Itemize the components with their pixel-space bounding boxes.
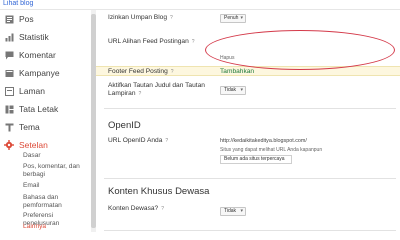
chevron-down-icon: ▾ — [240, 15, 243, 21]
adult-content-label-text: Konten Dewasa? — [108, 205, 159, 212]
chevron-down-icon: ▾ — [240, 87, 243, 93]
sidebar-item-label: Tata Letak — [19, 104, 59, 114]
title-links-label: Aktifkan Tautan Judul dan Tautan Lampira… — [108, 82, 218, 98]
sidebar-item-label: Komentar — [19, 50, 56, 60]
settings-sub-language[interactable]: Bahasa dan pemformatan — [23, 194, 91, 210]
section-divider — [104, 178, 396, 179]
sidebar-item-label: Pos — [19, 14, 34, 24]
top-bar: Lihat blog — [0, 0, 400, 10]
sidebar-item-label: Setelan — [19, 140, 48, 150]
sidebar-item-posts[interactable]: Pos — [0, 10, 90, 28]
campaign-icon — [4, 68, 14, 78]
settings-sub-email[interactable]: Email — [23, 182, 91, 190]
sidebar: Pos Statistik Komentar Kampanye Laman Ta… — [0, 10, 93, 232]
post-feed-footer-row: Footer Feed Posting? Tambahkan — [96, 66, 400, 76]
openid-trusted-sites[interactable]: Belum ada situs terpercaya — [220, 155, 292, 164]
theme-icon — [4, 122, 14, 132]
openid-url-label: URL OpenID Anda? — [108, 137, 170, 145]
help-icon[interactable]: ? — [165, 137, 170, 144]
adult-content-select[interactable]: Tidak ▾ — [220, 207, 246, 216]
sidebar-item-comments[interactable]: Komentar — [0, 46, 90, 64]
comments-icon — [4, 50, 14, 60]
sidebar-item-theme[interactable]: Tema — [0, 118, 90, 136]
adult-content-value: Tidak — [224, 208, 237, 214]
allow-feed-label-text: Izinkan Umpan Blog — [108, 14, 168, 21]
title-links-value: Tidak — [224, 87, 237, 93]
openid-trusted-note: Situs yang dapat melihat URL Anda kapanp… — [220, 147, 323, 153]
post-feed-redirect-label-text: URL Alihan Feed Postingan — [108, 38, 189, 45]
help-icon[interactable]: ? — [192, 38, 197, 45]
openid-section-title: OpenID — [108, 120, 141, 131]
section-divider — [104, 230, 396, 231]
help-icon[interactable]: ? — [170, 14, 175, 21]
sidebar-item-label: Tema — [19, 122, 40, 132]
sidebar-item-label: Laman — [19, 86, 45, 96]
adult-content-label: Konten Dewasa?? — [108, 205, 166, 213]
help-icon[interactable]: ? — [139, 90, 144, 97]
settings-sub-basic[interactable]: Dasar — [23, 152, 91, 160]
title-links-label-text: Aktifkan Tautan Judul dan Tautan Lampira… — [108, 82, 205, 97]
settings-sub-other[interactable]: Lainnya — [23, 223, 91, 231]
openid-url-label-text: URL OpenID Anda — [108, 137, 163, 144]
allow-feed-value: Penuh — [224, 15, 239, 21]
title-links-select[interactable]: Tidak ▾ — [220, 86, 246, 95]
allow-feed-select[interactable]: Penuh ▾ — [220, 14, 246, 23]
view-blog-link[interactable]: Lihat blog — [3, 0, 33, 7]
section-divider — [104, 108, 396, 109]
sidebar-item-pages[interactable]: Laman — [0, 82, 90, 100]
layout-icon — [4, 104, 14, 114]
settings-sub-posts-comments[interactable]: Pos, komentar, dan berbagi — [23, 163, 91, 179]
sidebar-item-campaign[interactable]: Kampanye — [0, 64, 90, 82]
sidebar-item-stats[interactable]: Statistik — [0, 28, 90, 46]
help-icon[interactable]: ? — [171, 68, 176, 75]
openid-url-value: http://kedaikitakeditya.blogspot.com/ — [220, 138, 307, 144]
settings-icon — [4, 140, 14, 150]
highlight-ellipse — [205, 30, 395, 70]
post-feed-footer-label: Footer Feed Posting? — [108, 68, 176, 76]
allow-feed-label: Izinkan Umpan Blog? — [108, 14, 175, 22]
chevron-down-icon: ▾ — [240, 208, 243, 214]
adult-section-title: Konten Khusus Dewasa — [108, 186, 210, 197]
sidebar-item-label: Statistik — [19, 32, 49, 42]
add-footer-link[interactable]: Tambahkan — [220, 68, 254, 75]
posts-icon — [4, 14, 14, 24]
post-feed-footer-label-text: Footer Feed Posting — [108, 68, 168, 75]
stats-icon — [4, 32, 14, 42]
sidebar-item-label: Kampanye — [19, 68, 60, 78]
help-icon[interactable]: ? — [161, 205, 166, 212]
openid-trusted-value: Belum ada situs terpercaya — [224, 156, 285, 162]
pages-icon — [4, 86, 14, 96]
sidebar-item-layout[interactable]: Tata Letak — [0, 100, 90, 118]
post-feed-redirect-label: URL Alihan Feed Postingan? — [108, 38, 197, 46]
